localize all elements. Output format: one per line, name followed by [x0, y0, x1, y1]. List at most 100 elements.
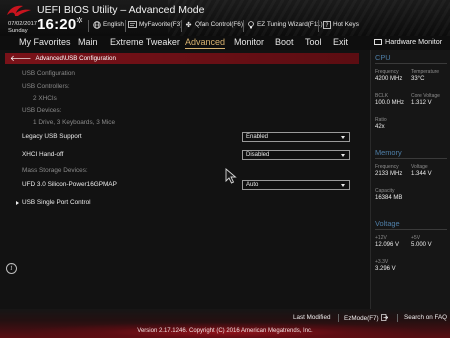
- core-voltage-label: Core Voltage: [411, 93, 440, 99]
- cpu-frequency-label: Frequency: [375, 69, 399, 75]
- hot-keys-button[interactable]: ? Hot Keys: [322, 20, 359, 29]
- ratio-label: Ratio: [375, 117, 387, 123]
- cpu-temperature-label: Temperature: [411, 69, 440, 75]
- breadcrumb[interactable]: 🡐 Advanced\USB Configuration: [5, 53, 359, 64]
- header-divider: [243, 20, 244, 32]
- last-modified-button[interactable]: Last Modified: [293, 314, 330, 321]
- bclk-label: BCLK: [375, 93, 389, 99]
- hardware-monitor-label: Hardware Monitor: [385, 37, 443, 46]
- date-text: 07/02/2017: [8, 21, 38, 27]
- ufd-device-label: UFD 3.0 Silicon-Power16GPMAP: [22, 181, 117, 188]
- usb-single-port-control-submenu[interactable]: USB Single Port Control: [16, 199, 91, 206]
- chevron-down-icon: [341, 154, 345, 157]
- date-display: 07/02/2017 Sunday: [8, 21, 37, 35]
- header-divider: [181, 20, 182, 32]
- usb-controllers-label: USB Controllers:: [22, 83, 70, 90]
- xhci-hand-off-value: Disabled: [246, 152, 270, 158]
- ezmode-button[interactable]: EzMode(F7): [344, 314, 388, 323]
- info-icon[interactable]: i: [6, 263, 17, 274]
- menu-extreme-tweaker[interactable]: Extreme Tweaker: [110, 37, 180, 47]
- v33-label: +3.3V: [375, 259, 389, 265]
- section-divider: [375, 63, 447, 64]
- usb-single-port-control-label: USB Single Port Control: [22, 199, 91, 206]
- lightbulb-icon: [246, 20, 255, 29]
- back-arrow-icon[interactable]: 🡐: [10, 54, 31, 63]
- memory-voltage-value: 1.344 V: [411, 171, 432, 177]
- header-divider: [125, 20, 126, 32]
- menu-main[interactable]: Main: [78, 37, 98, 47]
- app-title: UEFI BIOS Utility – Advanced Mode: [37, 4, 205, 16]
- favorite-icon: [128, 20, 137, 29]
- usb-devices-label: USB Devices:: [22, 107, 62, 114]
- header-decoration: [168, 0, 450, 36]
- question-icon: ?: [322, 20, 331, 29]
- fan-icon: ✤: [185, 21, 192, 29]
- menu-advanced[interactable]: Advanced: [185, 37, 226, 49]
- language-label: English: [103, 21, 124, 28]
- memory-frequency-value: 2133 MHz: [375, 171, 403, 177]
- rog-logo-icon: [7, 5, 31, 16]
- xhci-hand-off-label: XHCI Hand-off: [22, 151, 64, 158]
- menu-my-favorites[interactable]: My Favorites: [19, 37, 71, 47]
- memory-voltage-label: Voltage: [411, 164, 428, 170]
- monitor-icon: [374, 38, 382, 45]
- chevron-down-icon: [341, 184, 345, 187]
- qfan-control-button[interactable]: ✤ Qfan Control(F6): [184, 20, 243, 29]
- chevron-down-icon: [341, 136, 345, 139]
- v5-value: 5.000 V: [411, 242, 432, 248]
- footer-divider: [338, 314, 339, 322]
- memory-frequency-label: Frequency: [375, 164, 399, 170]
- bclk-value: 100.0 MHz: [375, 100, 405, 106]
- legacy-usb-support-dropdown[interactable]: Enabled: [242, 132, 350, 142]
- myfavorite-label: MyFavorite(F3): [139, 21, 183, 28]
- exit-arrow-icon: [380, 314, 388, 323]
- section-divider: [375, 158, 447, 159]
- mass-storage-devices-label: Mass Storage Devices:: [22, 167, 88, 174]
- menu-monitor[interactable]: Monitor: [234, 37, 264, 47]
- legacy-usb-support-value: Enabled: [246, 134, 269, 140]
- footer-divider: [397, 314, 398, 322]
- myfavorite-button[interactable]: MyFavorite(F3): [128, 20, 182, 29]
- cpu-section-title: CPU: [375, 53, 391, 62]
- hardware-monitor-title: Hardware Monitor: [374, 37, 442, 46]
- clock-settings-icon[interactable]: ✲: [76, 16, 83, 25]
- header-bar: UEFI BIOS Utility – Advanced Mode 07/02/…: [0, 0, 450, 36]
- usb-devices-value: 1 Drive, 3 Keyboards, 3 Mice: [33, 119, 116, 126]
- hardware-monitor-panel: CPU Frequency Temperature 4200 MHz 33°C …: [370, 50, 450, 309]
- ez-tuning-wizard-label: EZ Tuning Wizard(F11): [257, 21, 323, 28]
- v5-label: +5V: [411, 235, 421, 241]
- menu-boot[interactable]: Boot: [275, 37, 294, 47]
- ufd-device-value: Auto: [246, 182, 259, 188]
- menu-exit[interactable]: Exit: [333, 37, 348, 47]
- clock-time: 16:20: [37, 16, 77, 33]
- footer-bar: Last Modified EzMode(F7) Search on FAQ V…: [0, 309, 450, 338]
- ratio-value: 42x: [375, 124, 385, 130]
- ufd-device-dropdown[interactable]: Auto: [242, 180, 350, 190]
- cpu-temperature-value: 33°C: [411, 76, 425, 82]
- qfan-control-label: Qfan Control(F6): [195, 21, 243, 28]
- header-divider: [88, 20, 89, 32]
- capacity-label: Capacity: [375, 188, 395, 194]
- breadcrumb-text: Advanced\USB Configuration: [35, 55, 116, 62]
- menu-tool[interactable]: Tool: [305, 37, 322, 47]
- usb-configuration-heading: USB Configuration: [22, 70, 75, 77]
- globe-icon: [92, 20, 101, 29]
- memory-section-title: Memory: [375, 148, 402, 157]
- ezmode-label: EzMode(F7): [344, 315, 379, 322]
- legacy-usb-support-label: Legacy USB Support: [22, 133, 82, 140]
- core-voltage-value: 1.312 V: [411, 100, 432, 106]
- language-button[interactable]: English: [92, 20, 124, 29]
- usb-controllers-value: 2 XHCIs: [33, 95, 57, 102]
- header-divider: [318, 20, 319, 32]
- ez-tuning-wizard-button[interactable]: EZ Tuning Wizard(F11): [246, 20, 323, 29]
- v33-value: 3.296 V: [375, 266, 396, 272]
- settings-panel: 🡐 Advanced\USB Configuration USB Configu…: [0, 51, 368, 309]
- hot-keys-label: Hot Keys: [333, 21, 359, 28]
- version-text: Version 2.17.1246. Copyright (C) 2016 Am…: [137, 328, 313, 334]
- voltage-section-title: Voltage: [375, 219, 400, 228]
- search-faq-button[interactable]: Search on FAQ: [404, 314, 447, 321]
- capacity-value: 16384 MB: [375, 195, 403, 201]
- v12-value: 12.096 V: [375, 242, 400, 248]
- expand-arrow-icon: [16, 200, 19, 205]
- xhci-hand-off-dropdown[interactable]: Disabled: [242, 150, 350, 160]
